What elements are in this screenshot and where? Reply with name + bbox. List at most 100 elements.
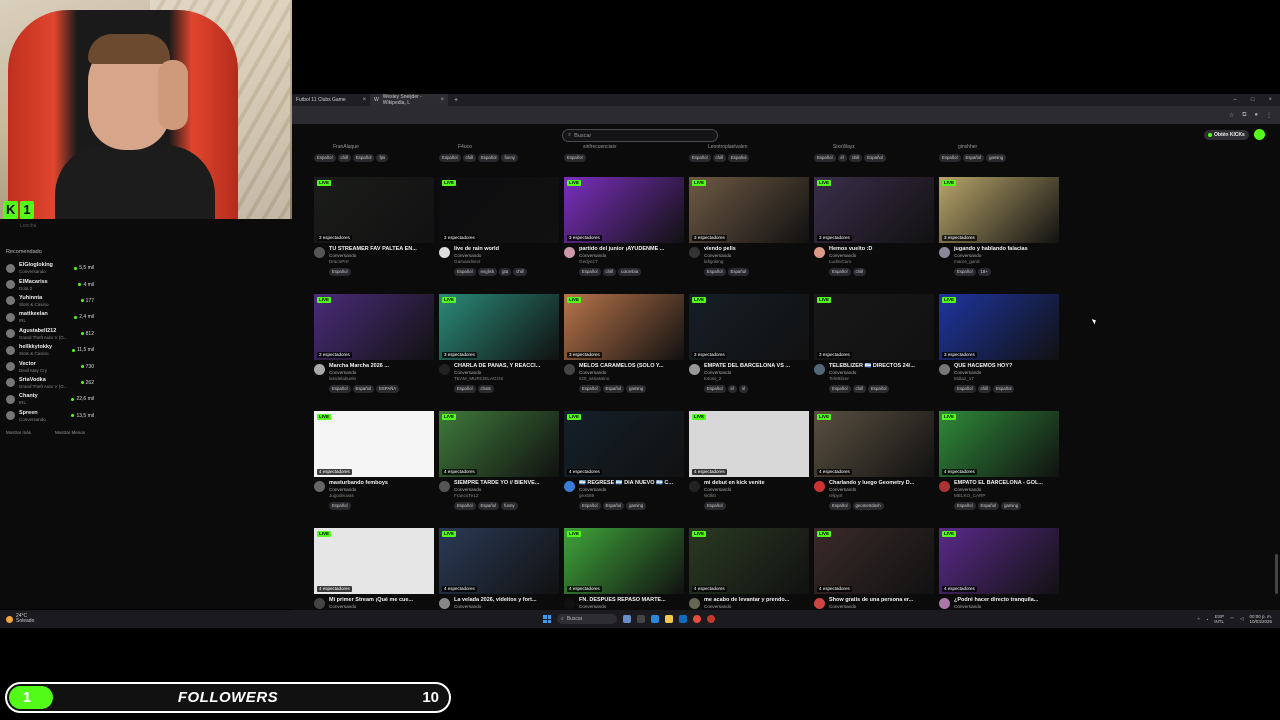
stream-thumbnail[interactable]: LIVE 3 espectadores <box>939 177 1059 243</box>
channel-avatar[interactable] <box>564 247 575 258</box>
stream-title[interactable]: live de rain world <box>454 246 559 253</box>
channel-avatar[interactable] <box>314 598 325 609</box>
stream-thumbnail[interactable]: LIVE 4 espectadores <box>689 528 809 594</box>
channel-avatar[interactable] <box>814 481 825 492</box>
window-close-icon[interactable]: × <box>1268 97 1272 103</box>
obs-icon[interactable] <box>707 615 715 623</box>
tag-chip[interactable]: Español <box>352 154 375 162</box>
channel-avatar[interactable] <box>564 598 575 609</box>
stream-title[interactable]: FN. DESPUES REPASO MARTE... <box>579 597 684 604</box>
stream-title[interactable]: QUE HACEMOS HOY? <box>954 363 1059 370</box>
tag-chip[interactable]: gaming <box>1001 502 1022 510</box>
tag-chip[interactable]: english <box>477 268 498 276</box>
tag-chip[interactable]: chill <box>462 154 476 162</box>
stream-title[interactable]: La velada 2026, videitos y fort... <box>454 597 559 604</box>
new-tab-plus-icon[interactable]: + <box>454 97 458 104</box>
sidebar-item[interactable]: Vector Devil May Cry 730 <box>6 358 94 374</box>
tag-chip[interactable]: Español <box>564 154 586 162</box>
stream-title[interactable]: masturbando femboys <box>329 480 434 487</box>
menu-icon[interactable]: ⋮ <box>1266 112 1272 119</box>
show-less-link[interactable]: Mostrar Menos <box>55 430 85 435</box>
stream-thumbnail[interactable]: LIVE 3 espectadores <box>439 294 559 360</box>
show-more-link[interactable]: Mostrar más <box>6 430 31 435</box>
stream-card[interactable]: LIVE 3 espectadores QUE HACEMOS HOY? Conver… <box>939 294 1059 393</box>
channel-name[interactable]: Leontroplaelvalen <box>689 144 814 152</box>
channel-name[interactable]: TeleBlizer <box>829 376 934 382</box>
channel-avatar[interactable] <box>439 481 450 492</box>
tag-chip[interactable]: Español <box>329 268 351 276</box>
stream-thumbnail[interactable]: LIVE 4 espectadores <box>564 528 684 594</box>
stream-card[interactable]: LIVE 4 espectadores masturbando femboys Con… <box>314 411 434 510</box>
channel-name[interactable]: DracoPrrr <box>329 259 434 265</box>
wifi-icon[interactable]: ◠ <box>1230 616 1234 622</box>
channel-avatar[interactable] <box>564 364 575 375</box>
stream-thumbnail[interactable]: LIVE 4 espectadores <box>439 411 559 477</box>
stream-title[interactable]: ¿Podré hacer directo tranquila... <box>954 597 1059 604</box>
tab-futbol[interactable]: Futbol 11 Clubs Game × <box>292 94 370 106</box>
stream-thumbnail[interactable]: LIVE 4 espectadores <box>814 528 934 594</box>
tag-chip[interactable]: Español <box>864 154 886 162</box>
tag-chip[interactable]: Español <box>977 502 1000 510</box>
channel-avatar[interactable] <box>439 364 450 375</box>
stream-title[interactable]: me acabo de levantar y prendo... <box>704 597 809 604</box>
stream-card[interactable]: LIVE 3 espectadores TU STREAMER FAV PALTEA… <box>314 177 434 276</box>
stream-card[interactable]: LIVE 3 espectadores TELEBLIZER 🇦🇷 DIRECTOS… <box>814 294 934 393</box>
channel-avatar[interactable] <box>439 598 450 609</box>
channel-name[interactable]: FrancoTe12 <box>454 493 559 499</box>
tag-chip[interactable]: Español <box>689 154 711 162</box>
search-input[interactable]: ⌕ Buscar <box>562 129 718 142</box>
tag-chip[interactable]: chill <box>852 385 866 393</box>
stream-title[interactable]: SIEMPRE TARDE YO // BIENVE... <box>454 480 559 487</box>
stream-title[interactable]: 🇦🇷 REGRESE 🇦🇷 DIA NUEVO 🇦🇷 C... <box>579 480 684 487</box>
stream-thumbnail[interactable]: LIVE 3 espectadores <box>814 177 934 243</box>
stream-title[interactable]: mi debut en kick venite <box>704 480 809 487</box>
stream-card[interactable]: LIVE 3 espectadores CHARLA DE PANAS, Y REA… <box>439 294 559 393</box>
store-icon[interactable] <box>679 615 687 623</box>
sidebar-item[interactable]: Yuhinnta Slots & Casino 177 <box>6 293 94 309</box>
sidebar-item[interactable]: Spreen Conversando 13,5 mil <box>6 408 94 424</box>
tag-chip[interactable]: Español <box>602 502 625 510</box>
stream-thumbnail[interactable]: LIVE 3 espectadores <box>564 294 684 360</box>
tag-chip[interactable]: Español <box>579 385 601 393</box>
profile-icon[interactable]: ● <box>1254 112 1258 118</box>
tag-chip[interactable]: chill <box>602 268 616 276</box>
widgets-icon[interactable] <box>637 615 645 623</box>
channel-name[interactable]: Gedye17 <box>579 259 684 265</box>
channel-name[interactable]: latvdelabuelo <box>329 376 434 382</box>
task-view-icon[interactable] <box>623 615 631 623</box>
stream-thumbnail[interactable]: LIVE 3 espectadores <box>314 177 434 243</box>
tag-chip[interactable]: Español <box>727 268 750 276</box>
tag-chip[interactable]: ESPAÑA <box>376 385 400 393</box>
stream-title[interactable]: Mi primer Stream ¡Qué me cue... <box>329 597 434 604</box>
channel-name[interactable]: sinfrecuenciatv <box>564 144 689 152</box>
tag-chip[interactable]: gta <box>499 268 512 276</box>
sidebar-item[interactable]: hellkkytokky Slots & Casino 11,5 mil <box>6 342 94 358</box>
channel-avatar[interactable] <box>939 481 950 492</box>
channel-avatar[interactable] <box>689 247 700 258</box>
tag-chip[interactable]: Español <box>954 502 976 510</box>
extensions-icon[interactable]: ⧉ <box>1242 112 1246 119</box>
tag-chip[interactable]: Español <box>602 385 625 393</box>
stream-card[interactable]: LIVE 4 espectadores mi debut en kick venit… <box>689 411 809 510</box>
taskbar-search[interactable]: ⌕ Buscar <box>557 614 617 624</box>
tag-chip[interactable]: Español <box>352 385 375 393</box>
tag-chip[interactable]: irl <box>837 154 847 162</box>
stream-title[interactable]: Marcha Marcha 2026 ... <box>329 363 434 370</box>
channel-avatar[interactable] <box>689 364 700 375</box>
stream-card[interactable]: LIVE 3 espectadores partido del junior ¡AY… <box>564 177 684 276</box>
stream-card[interactable]: LIVE 3 espectadores Hemos vuelto :D Convers… <box>814 177 934 276</box>
stream-title[interactable]: viendo pelis <box>704 246 809 253</box>
tag-chip[interactable]: Español <box>829 502 851 510</box>
tag-chip[interactable]: chill <box>848 154 863 162</box>
channel-name[interactable]: FranAlaque <box>314 144 439 152</box>
stream-title[interactable]: Hemos vuelto :D <box>829 246 934 253</box>
sidebar-item[interactable]: Agustabell212 Grand Theft Auto V (G... 812 <box>6 326 94 342</box>
tag-chip[interactable]: irl <box>727 385 737 393</box>
stream-thumbnail[interactable]: LIVE 3 espectadores <box>564 177 684 243</box>
stream-card[interactable]: LIVE 3 espectadores live de rain world Conv… <box>439 177 559 276</box>
stream-card[interactable]: LIVE 4 espectadores ¿Podré hacer directo t… <box>939 528 1059 610</box>
channel-name[interactable]: SixxWayz <box>814 144 939 152</box>
tag-chip[interactable]: Español <box>329 385 351 393</box>
tag-chip[interactable]: 18+ <box>977 268 991 276</box>
tag-chip[interactable]: gaming <box>986 154 1007 162</box>
